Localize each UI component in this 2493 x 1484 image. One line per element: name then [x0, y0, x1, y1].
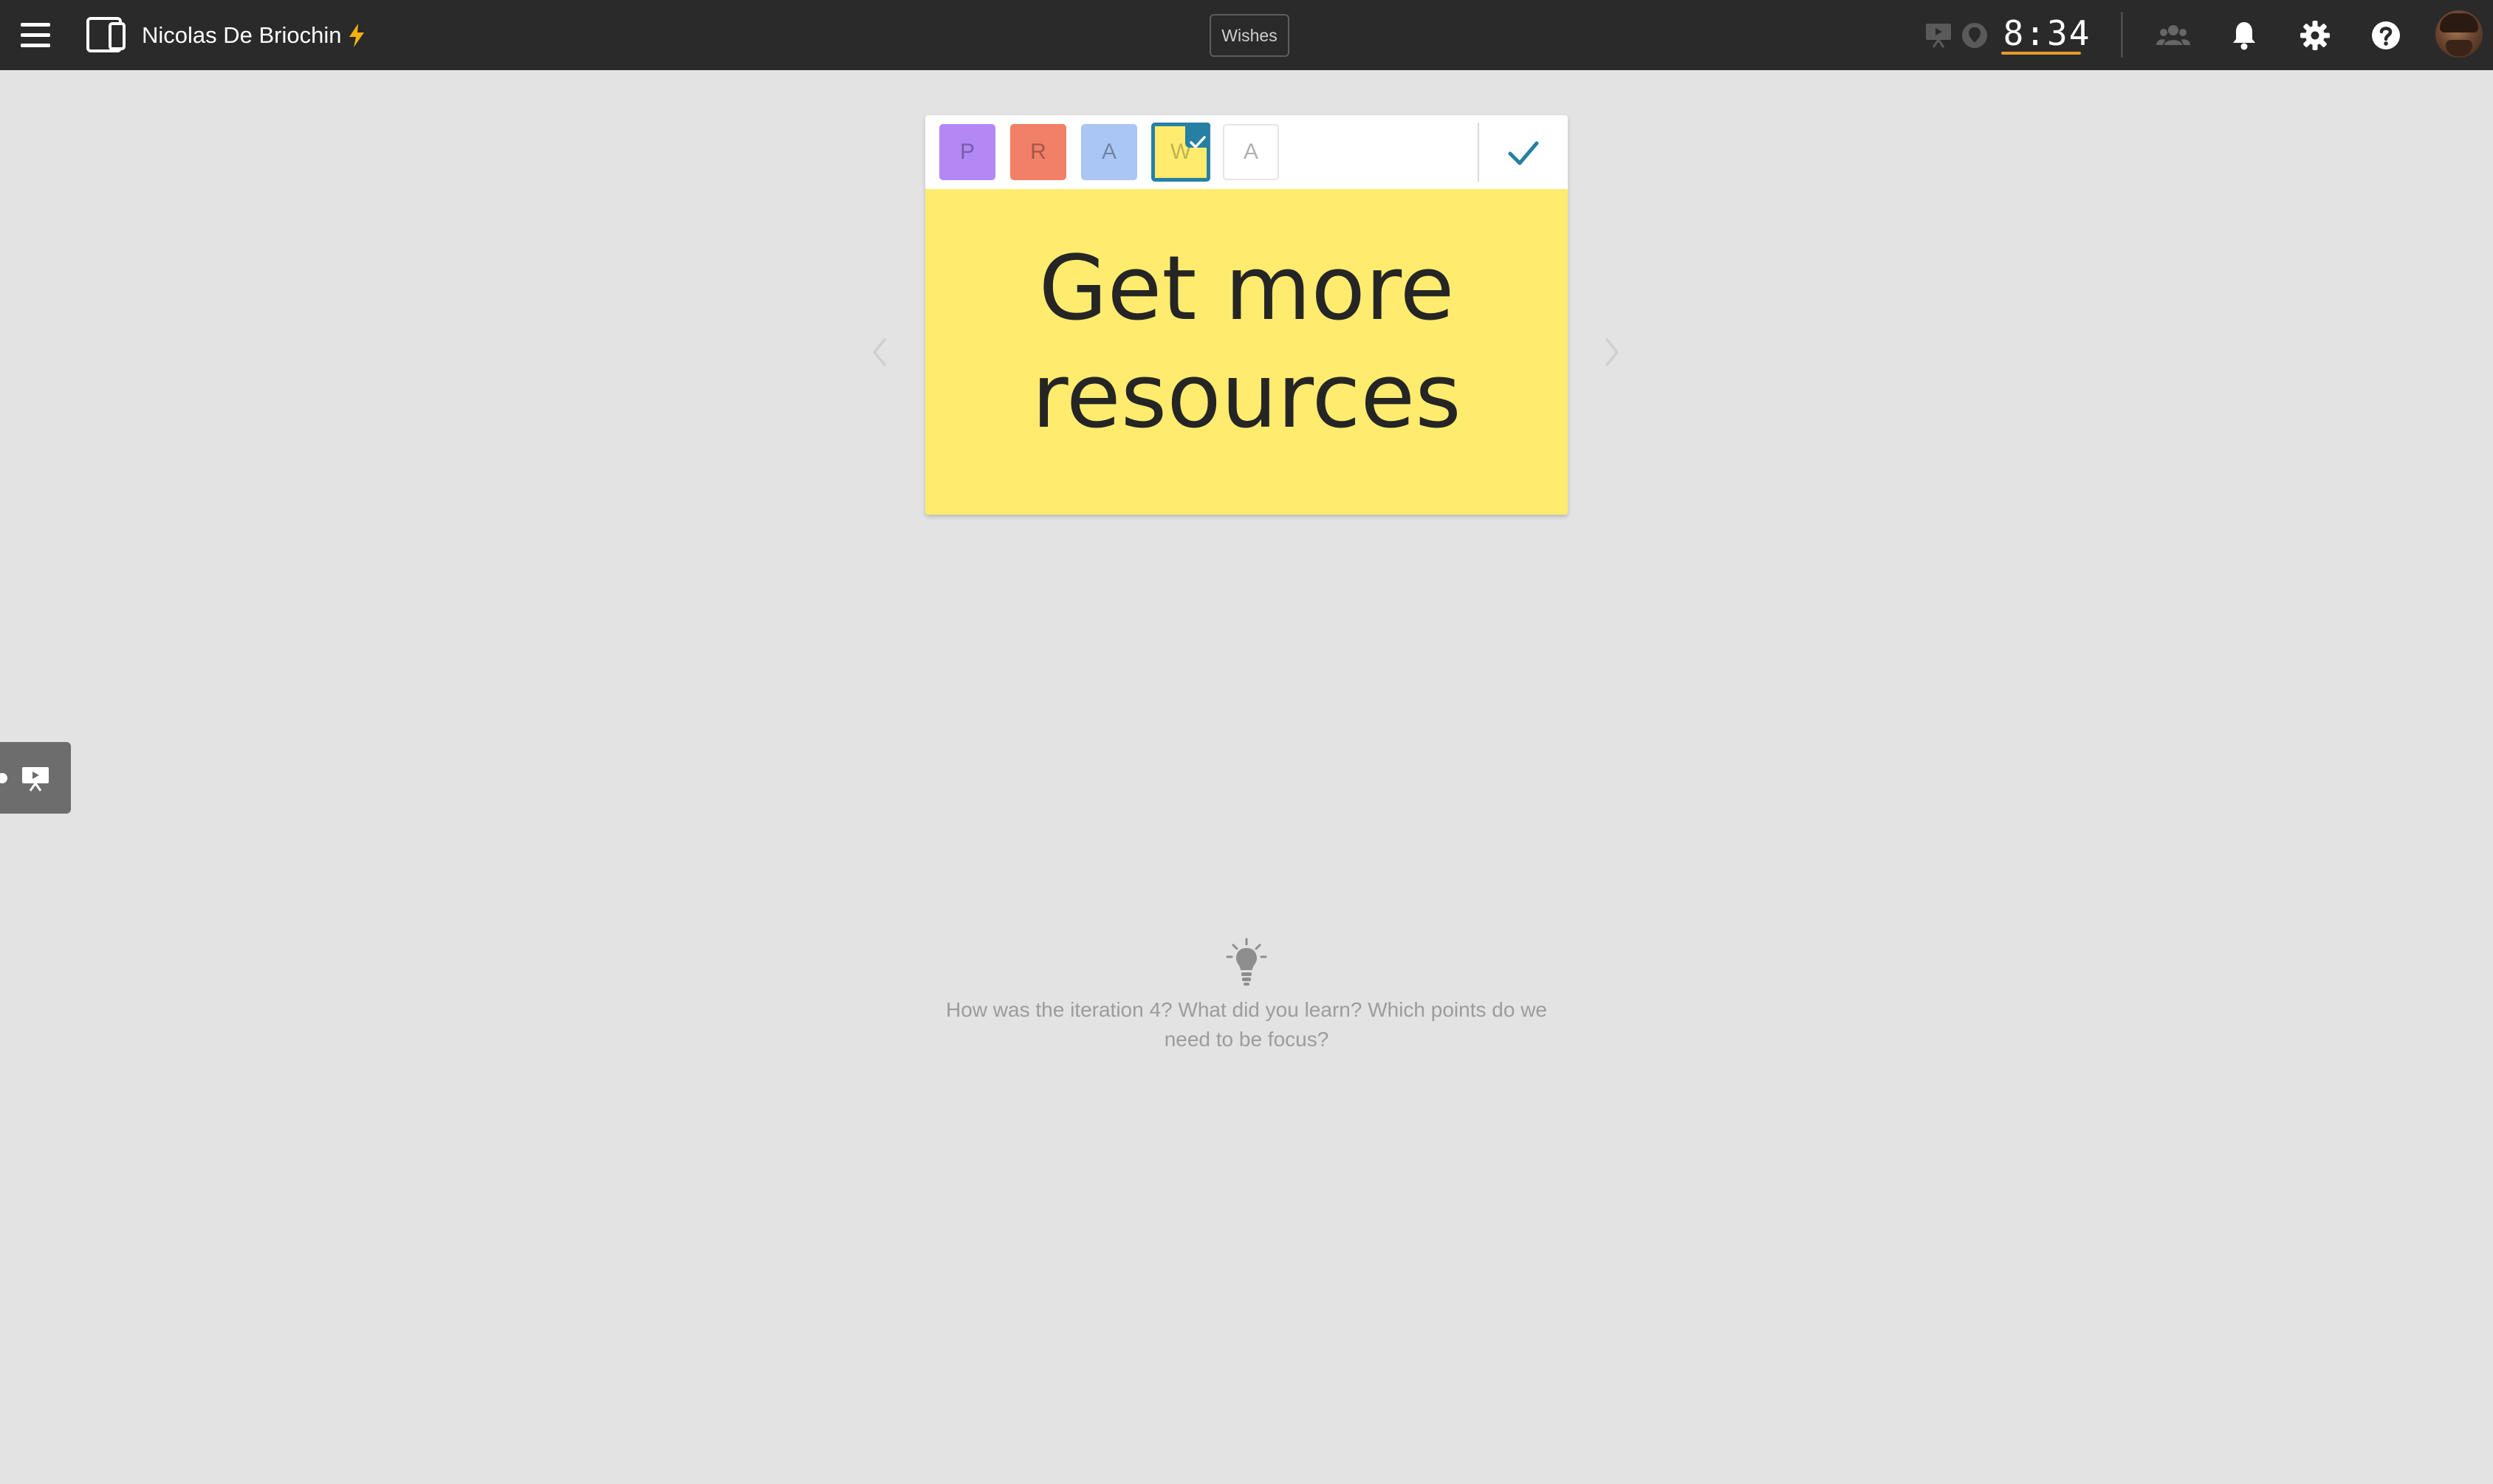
lightbulb-icon	[1223, 938, 1270, 988]
sticky-note: Get more resources	[925, 189, 1568, 515]
previous-note-arrow-icon[interactable]	[868, 334, 891, 371]
bell-icon[interactable]	[2226, 17, 2263, 54]
next-note-arrow-icon[interactable]	[1601, 334, 1623, 371]
column-name-button[interactable]: Wishes	[1210, 14, 1289, 57]
marker-icon[interactable]	[1960, 21, 1989, 50]
selected-check-icon	[1185, 123, 1210, 148]
presentation-side-tab[interactable]	[0, 742, 71, 814]
board-title[interactable]: Nicolas De Briochin	[142, 19, 342, 52]
timer[interactable]: 8:34	[2000, 10, 2094, 56]
color-swatch-r[interactable]: R	[1010, 124, 1066, 180]
note-text-input[interactable]: Get more resources	[966, 236, 1527, 451]
header-divider	[2121, 12, 2123, 58]
note-editor: P R A W A Get more resources	[925, 115, 1568, 515]
gear-icon[interactable]	[2297, 17, 2333, 54]
app: Nicolas De Briochin Wishes 8:34 P R A W …	[0, 0, 2493, 1484]
color-swatch-a-white[interactable]: A	[1223, 124, 1279, 180]
team-icon[interactable]	[2155, 17, 2192, 54]
presentation-icon[interactable]	[1924, 22, 1952, 49]
column-hint-text: How was the iteration 4? What did you le…	[946, 998, 1547, 1051]
top-bar: Nicolas De Briochin Wishes 8:34	[0, 0, 2493, 70]
help-icon[interactable]	[2367, 17, 2404, 54]
bolt-icon	[347, 23, 366, 48]
toolbar-divider	[1478, 123, 1479, 182]
color-swatch-a[interactable]: A	[1081, 124, 1137, 180]
color-swatch-p[interactable]: P	[939, 124, 995, 180]
menu-icon[interactable]	[19, 21, 55, 50]
presentation-icon	[21, 766, 50, 792]
color-swatch-w-selected[interactable]: W	[1151, 123, 1210, 182]
color-toolbar: P R A W A	[925, 115, 1568, 189]
avatar[interactable]	[2435, 10, 2483, 58]
tab-dot	[0, 773, 7, 783]
timer-progress	[2001, 52, 2081, 55]
confirm-check-icon[interactable]	[1500, 133, 1547, 174]
device-icon[interactable]	[86, 16, 127, 53]
